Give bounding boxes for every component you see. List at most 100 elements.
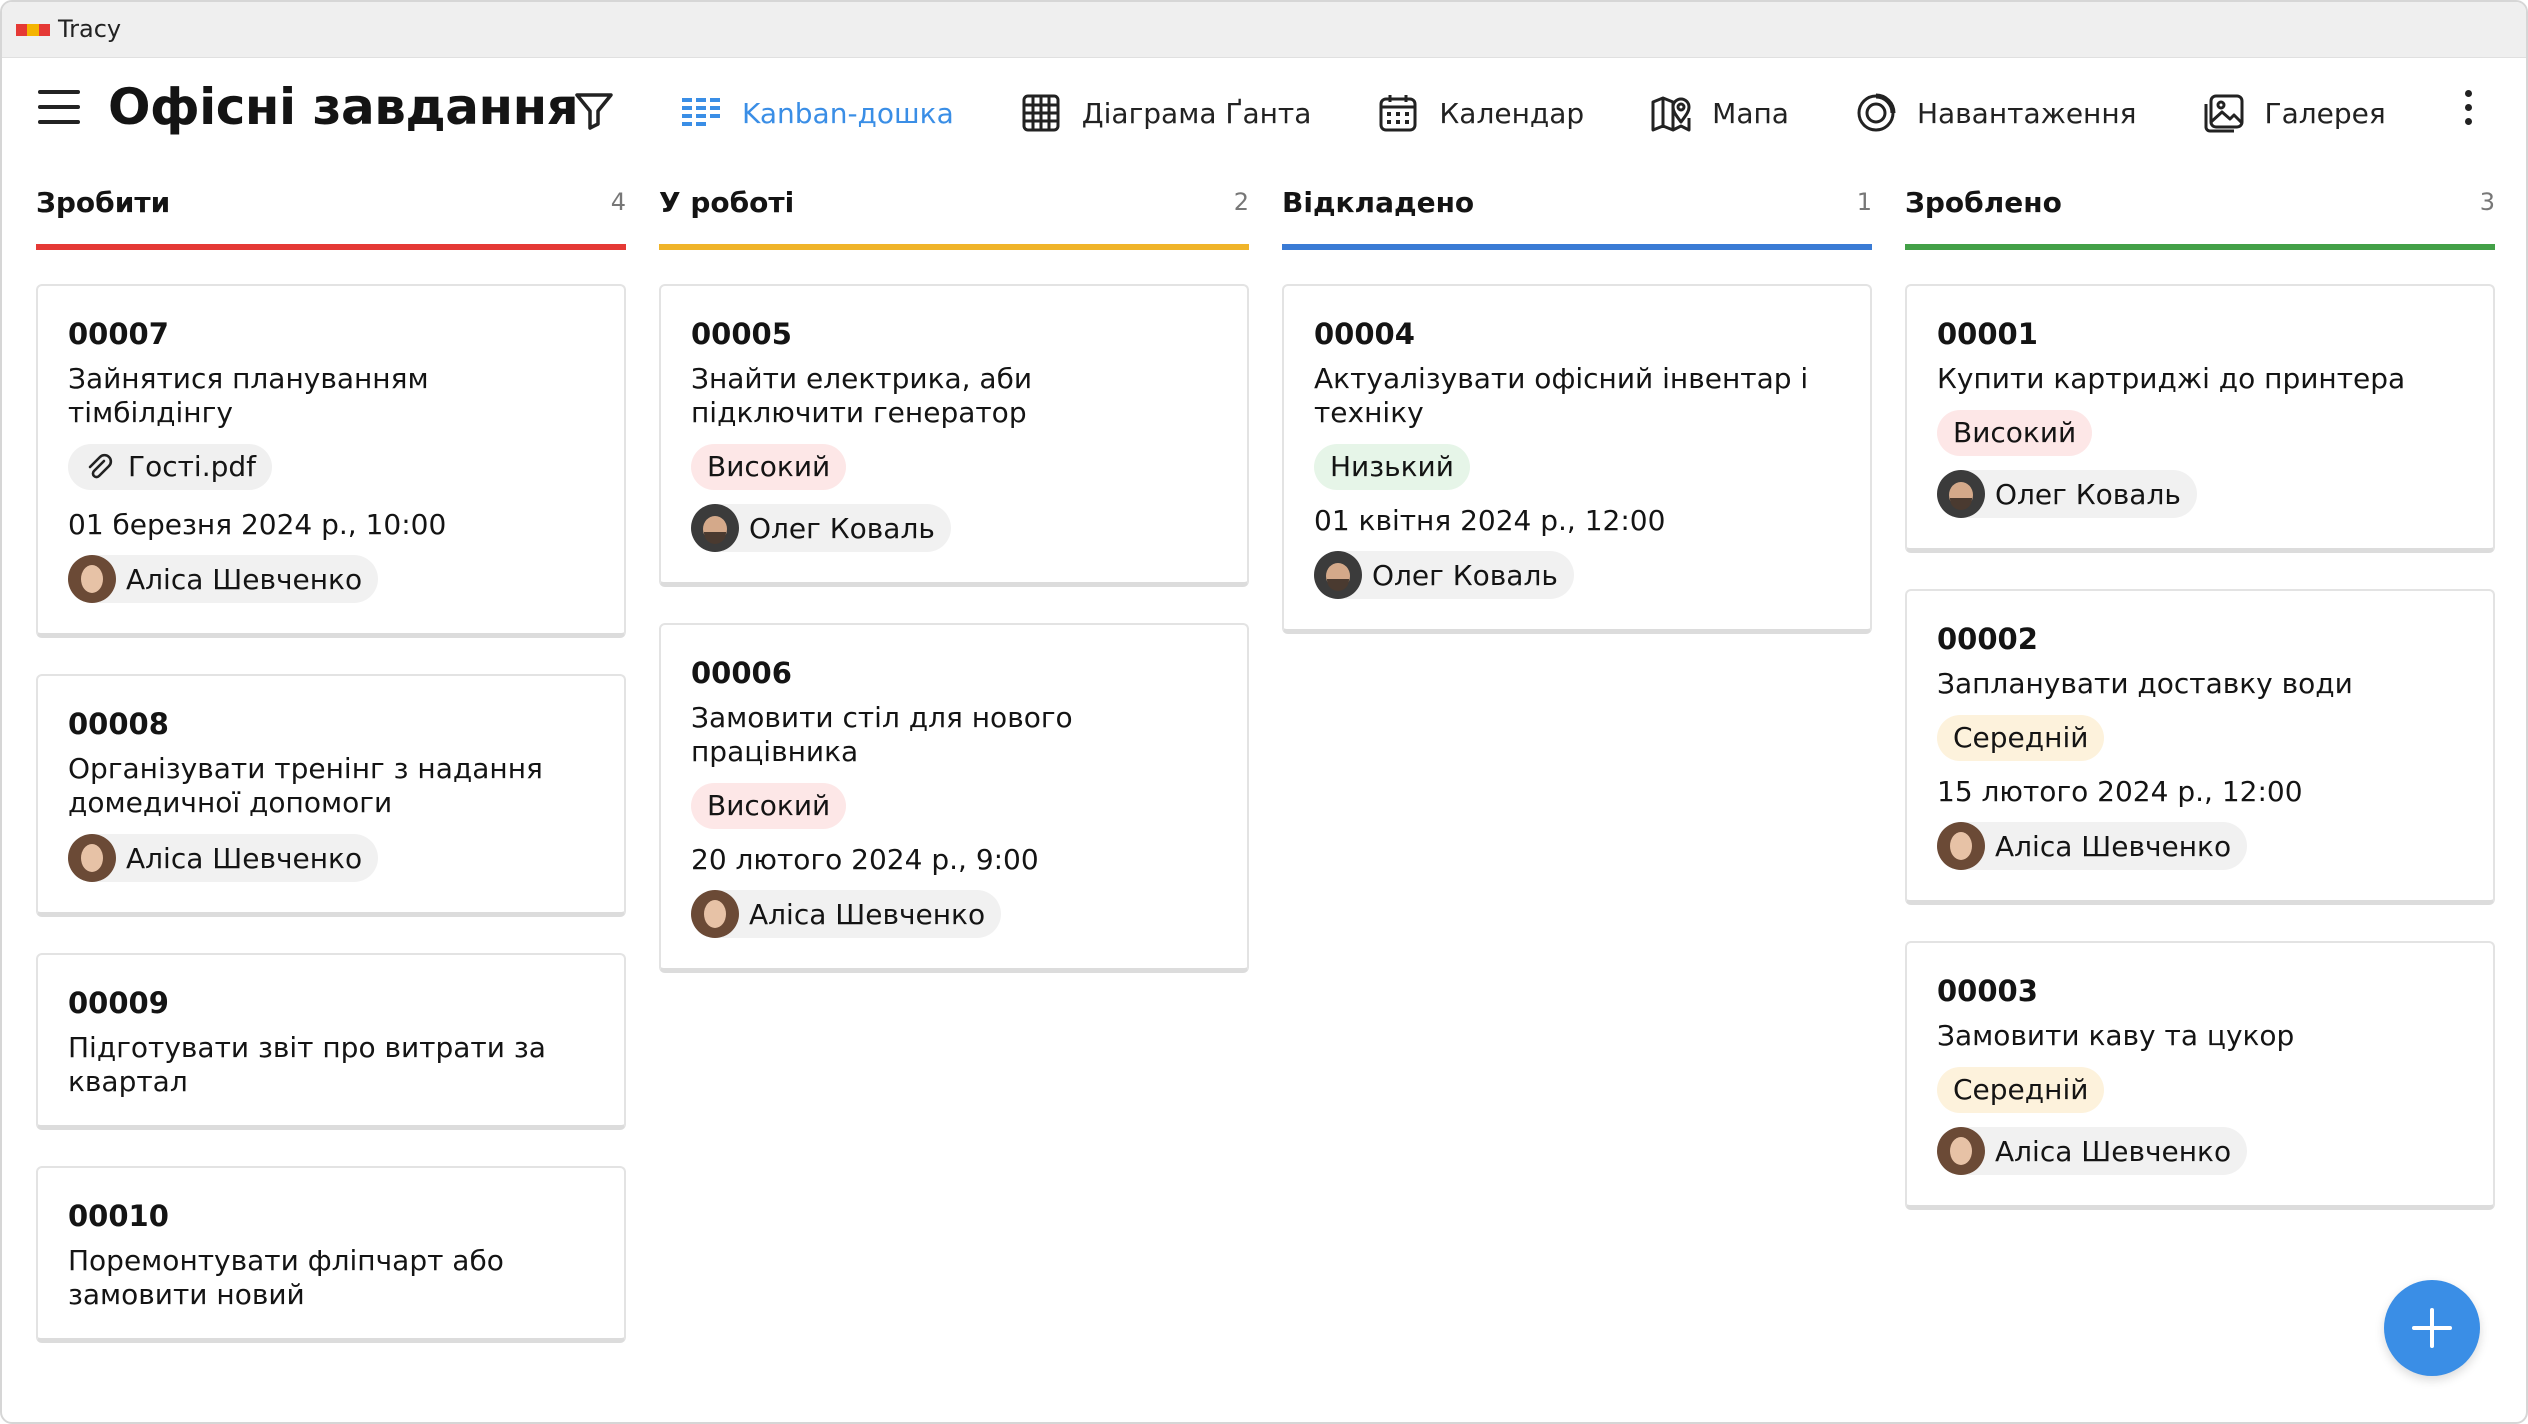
page-title: Офісні завдання: [108, 78, 579, 136]
card-id: 00007: [68, 317, 169, 351]
task-card[interactable]: 00007 Зайнятися плануванням тімбілдінгу …: [36, 284, 626, 638]
task-card[interactable]: 00005 Знайти електрика, аби підключити г…: [659, 284, 1249, 587]
task-card[interactable]: 00002 Запланувати доставку води Середній…: [1905, 589, 2495, 905]
app-logo: [16, 24, 50, 36]
card-title: Купити картриджі до принтера: [1937, 362, 2406, 395]
assignee-chip[interactable]: Аліса Шевченко: [1937, 822, 2248, 870]
card-title: Підготувати звіт про витрати за квартал: [68, 1031, 546, 1098]
avatar: [68, 555, 116, 603]
tab-gallery-label: Галерея: [2264, 96, 2386, 130]
add-task-button[interactable]: [2384, 1280, 2480, 1376]
assignee-name: Аліса Шевченко: [1995, 1134, 2232, 1168]
column-done: Зроблено 3 00001 Купити картриджі до при…: [1905, 182, 2495, 1210]
card-id: 00006: [691, 656, 792, 690]
tab-gantt-label: Діаграма Ґанта: [1081, 96, 1312, 130]
task-card[interactable]: 00001 Купити картриджі до принтера Висок…: [1905, 284, 2495, 553]
card-title: Замовити каву та цукор: [1937, 1019, 2295, 1052]
filter-icon[interactable]: [572, 88, 616, 132]
column-header: Відкладено 1: [1282, 182, 1872, 250]
attachment-name: Гості.pdf: [128, 450, 256, 483]
card-list: 00005 Знайти електрика, аби підключити г…: [659, 284, 1249, 1009]
kanban-board: Зробити 4 00007 Зайнятися плануванням ті…: [36, 182, 2496, 1382]
card-title: Актуалізувати офісний інвентар і техніку: [1314, 362, 1809, 429]
card-id: 00001: [1937, 317, 2038, 351]
assignee-name: Аліса Шевченко: [126, 562, 363, 596]
assignee-chip[interactable]: Аліса Шевченко: [691, 890, 1002, 938]
grid-icon: [1022, 94, 1060, 132]
card-title: Запланувати доставку води: [1937, 667, 2353, 700]
card-list: 00001 Купити картриджі до принтера Висок…: [1905, 284, 2495, 1246]
assignee-chip[interactable]: Олег Коваль: [1937, 470, 2197, 518]
avatar: [1937, 1127, 1985, 1175]
avatar: [1314, 551, 1362, 599]
kanban-icon: [682, 98, 720, 126]
tab-kanban-label: Kanban-дошка: [742, 96, 954, 130]
card-title: Знайти електрика, аби підключити генерат…: [691, 362, 1033, 429]
avatar: [1937, 822, 1985, 870]
card-id: 00004: [1314, 317, 1415, 351]
tab-gantt[interactable]: Діаграма Ґанта: [1020, 83, 1312, 143]
column-header: Зроблено 3: [1905, 182, 2495, 250]
card-list: 00004 Актуалізувати офісний інвентар і т…: [1282, 284, 1872, 670]
assignee-name: Аліса Шевченко: [749, 897, 986, 931]
app-title: Tracy: [58, 15, 122, 43]
paperclip-icon: [88, 453, 113, 479]
assignee-chip[interactable]: Аліса Шевченко: [68, 555, 379, 603]
card-title: Організувати тренінг з надання домедично…: [68, 752, 543, 819]
card-title: Замовити стіл для нового працівника: [691, 701, 1073, 768]
assignee-chip[interactable]: Аліса Шевченко: [1937, 1127, 2248, 1175]
column-title: Зробити: [36, 186, 171, 219]
column-in-progress: У роботі 2 00005 Знайти електрика, аби п…: [659, 182, 1249, 973]
column-title: У роботі: [659, 186, 795, 219]
card-date: 15 лютого 2024 р., 12:00: [1937, 775, 2303, 808]
tab-map-label: Мапа: [1712, 96, 1789, 130]
priority-badge: Високий: [691, 783, 847, 829]
task-card[interactable]: 00004 Актуалізувати офісний інвентар і т…: [1282, 284, 1872, 634]
assignee-name: Аліса Шевченко: [126, 841, 363, 875]
card-title: Зайнятися плануванням тімбілдінгу: [68, 362, 429, 429]
tab-workload[interactable]: Навантаження: [1855, 83, 2137, 143]
task-card[interactable]: 00006 Замовити стіл для нового працівник…: [659, 623, 1249, 973]
workload-icon: [1857, 93, 1896, 132]
card-id: 00005: [691, 317, 792, 351]
assignee-chip[interactable]: Олег Коваль: [1314, 551, 1574, 599]
avatar: [691, 890, 739, 938]
card-id: 00009: [68, 986, 169, 1020]
task-card[interactable]: 00003 Замовити каву та цукор Середній Ал…: [1905, 941, 2495, 1210]
tab-calendar[interactable]: Календар: [1377, 83, 1584, 143]
assignee-chip[interactable]: Олег Коваль: [691, 504, 951, 552]
card-id: 00002: [1937, 622, 2038, 656]
card-id: 00010: [68, 1199, 169, 1233]
column-header: Зробити 4: [36, 182, 626, 250]
tab-gallery[interactable]: Галерея: [2203, 83, 2386, 143]
more-options-icon[interactable]: [2454, 90, 2482, 134]
attachment-chip[interactable]: Гості.pdf: [68, 444, 272, 490]
assignee-chip[interactable]: Аліса Шевченко: [68, 834, 379, 882]
avatar: [68, 834, 116, 882]
column-title: Відкладено: [1282, 186, 1475, 219]
calendar-icon: [1379, 95, 1417, 132]
assignee-name: Олег Коваль: [749, 511, 935, 545]
map-icon: [1651, 96, 1691, 132]
tab-calendar-label: Календар: [1439, 96, 1585, 130]
priority-badge: Середній: [1937, 715, 2105, 761]
avatar: [1937, 470, 1985, 518]
tab-workload-label: Навантаження: [1916, 96, 2137, 130]
view-tabs: Kanban-дошка Діаграма Ґанта Календар Мап…: [680, 78, 2452, 148]
priority-badge: Високий: [691, 444, 847, 490]
task-card[interactable]: 00008 Організувати тренінг з надання дом…: [36, 674, 626, 917]
column-todo: Зробити 4 00007 Зайнятися плануванням ті…: [36, 182, 626, 1343]
column-count: 2: [1233, 188, 1249, 216]
column-count: 4: [610, 188, 626, 216]
tab-map[interactable]: Мапа: [1650, 83, 1789, 143]
task-card[interactable]: 00009 Підготувати звіт про витрати за кв…: [36, 953, 626, 1130]
task-card[interactable]: 00010 Поремонтувати фліпчарт або замовит…: [36, 1166, 626, 1343]
assignee-name: Олег Коваль: [1372, 558, 1558, 592]
hamburger-menu-icon[interactable]: [38, 90, 80, 130]
assignee-name: Аліса Шевченко: [1995, 829, 2232, 863]
toolbar: Офісні завдання Kanban-дошка Діаграма Ґа…: [2, 60, 2526, 160]
gallery-icon: [2204, 94, 2244, 133]
priority-badge: Низький: [1314, 444, 1470, 490]
tab-kanban[interactable]: Kanban-дошка: [680, 83, 954, 143]
card-date: 01 березня 2024 р., 10:00: [68, 508, 447, 541]
